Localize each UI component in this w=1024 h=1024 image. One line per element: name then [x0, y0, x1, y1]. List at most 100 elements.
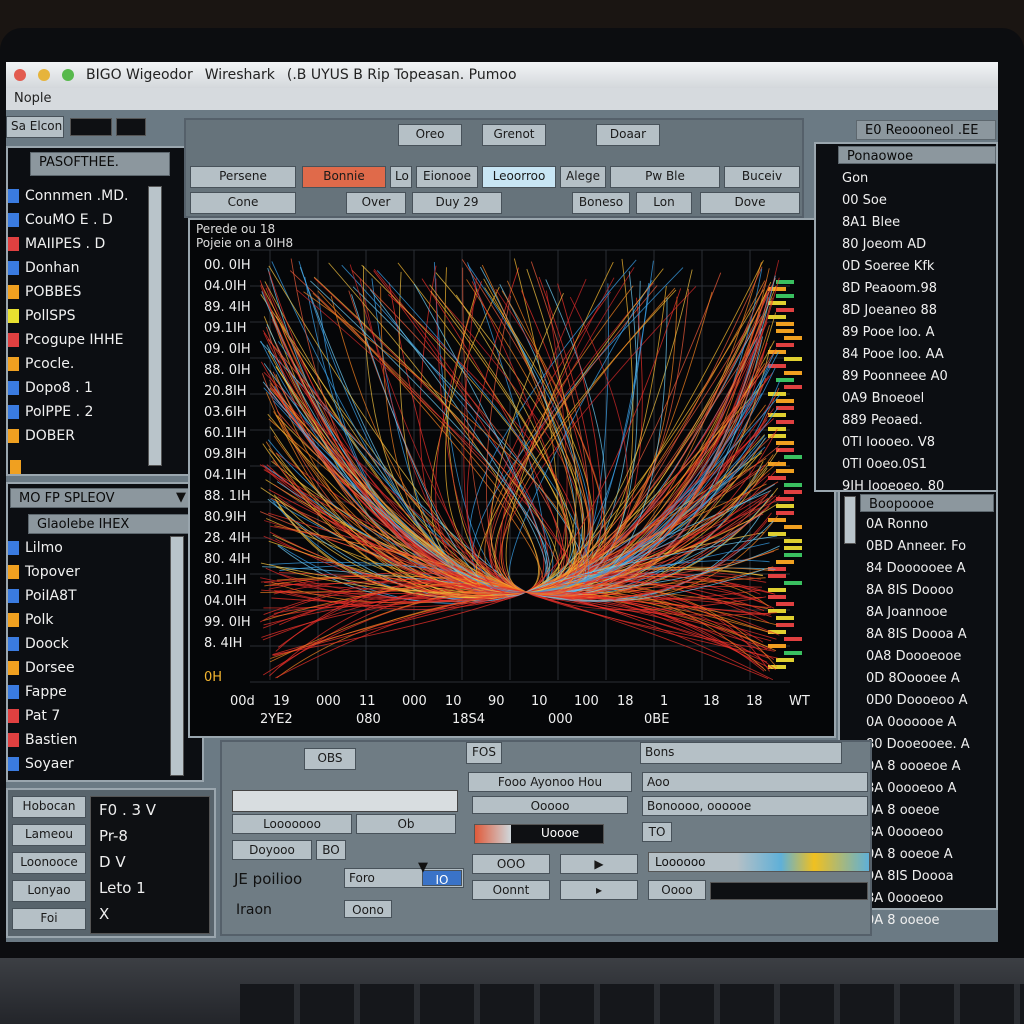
line1-button[interactable]: Looooooo — [232, 814, 352, 834]
list-item[interactable]: 8A 0oooeoo — [866, 822, 970, 844]
dark-field[interactable] — [710, 882, 868, 900]
list-item[interactable]: 8A 8IS Doooo — [866, 580, 970, 602]
list-item[interactable]: 0A Ronno — [866, 514, 970, 536]
field-r5[interactable]: Oooo — [648, 880, 706, 900]
menu-item[interactable]: Nople — [14, 91, 52, 106]
list-item[interactable]: Bastien — [8, 728, 168, 752]
toolbar-button[interactable]: Duy 29 — [412, 192, 502, 214]
text-field-main[interactable] — [232, 790, 458, 812]
list-item[interactable]: Dorsee — [8, 656, 168, 680]
toolbar-button[interactable]: Over — [346, 192, 406, 214]
obs-button[interactable]: OBS — [304, 748, 356, 770]
field-r2[interactable]: Bonoooo, oooooe — [642, 796, 868, 816]
minimize-window-button[interactable] — [38, 69, 50, 81]
bottom-left-button[interactable]: Lameou — [12, 824, 86, 846]
list-item[interactable]: 0D0 Doooeoo A — [866, 690, 970, 712]
list-item[interactable]: 0TI Ioooeo. V8 — [842, 432, 957, 454]
field-f1[interactable]: Fooo Ayonoo Hou — [468, 772, 632, 792]
progress-field[interactable]: Uoooe — [474, 824, 604, 844]
toolbar-button[interactable]: Doaar — [596, 124, 660, 146]
bottom-left-button[interactable]: Loonooce — [12, 852, 86, 874]
list-item[interactable]: 84 Pooe loo. AA — [842, 344, 957, 366]
list-item[interactable]: CouMO E . D — [8, 208, 148, 232]
toolbar-button[interactable]: Buceiv — [724, 166, 800, 188]
list-item[interactable]: 8D Peaoom.98 — [842, 278, 957, 300]
field-r3[interactable]: TO — [642, 822, 672, 842]
list-item[interactable]: 89 Pooe loo. A — [842, 322, 957, 344]
list-item[interactable]: Pcogupe IHHE — [8, 328, 148, 352]
bons-button[interactable]: Bons — [640, 742, 842, 764]
list-item[interactable]: 84 Doooooee A — [866, 558, 970, 580]
list-item[interactable]: 0A 8 ooeoe A — [866, 844, 970, 866]
list-item[interactable]: Pat 7 — [8, 704, 168, 728]
list-item[interactable]: 8A 8IS Doooa A — [866, 624, 970, 646]
filter-list-scrollbar[interactable] — [170, 536, 184, 776]
list-item[interactable]: 80 Joeom AD — [842, 234, 957, 256]
toolbar-button[interactable]: Boneso — [572, 192, 630, 214]
line2b-button[interactable]: BO — [316, 840, 346, 860]
fos-button[interactable]: FOS — [466, 742, 502, 764]
toolbar-button[interactable]: Oreo — [398, 124, 462, 146]
list-item[interactable]: 9A 8IS Doooa — [866, 866, 970, 888]
top-left-field-2[interactable] — [116, 118, 146, 136]
bottom-left-button[interactable]: Foi — [12, 908, 86, 930]
list-item[interactable]: 8A Joannooe — [866, 602, 970, 624]
list-item[interactable]: Fappe — [8, 680, 168, 704]
list-item[interactable]: Donhan — [8, 256, 148, 280]
toolbar-button[interactable]: Alege — [560, 166, 606, 188]
list-item[interactable]: 8A1 Blee — [842, 212, 957, 234]
toolbar-button[interactable]: Persene — [190, 166, 296, 188]
io-button[interactable]: IO — [422, 870, 462, 886]
list-item[interactable]: 0A 8 ooeoe — [866, 800, 970, 822]
list-item[interactable]: DOBER — [8, 424, 148, 448]
top-left-field-1[interactable] — [70, 118, 112, 136]
toolbar-button[interactable]: Bonnie — [302, 166, 386, 188]
play-button[interactable]: ▶ — [560, 854, 638, 874]
list-item[interactable]: 889 Peoaed. — [842, 410, 957, 432]
list-item[interactable]: 0A 8 oooeoe A — [866, 756, 970, 778]
line1b-button[interactable]: Ob — [356, 814, 456, 834]
toolbar-button[interactable]: Lon — [636, 192, 692, 214]
list-item[interactable]: 00 Soe — [842, 190, 957, 212]
zoom-window-button[interactable] — [62, 69, 74, 81]
list-item[interactable]: 0TI 0oeo.0S1 — [842, 454, 957, 476]
list-item[interactable]: 8A 0oooeoo A — [866, 778, 970, 800]
chevron-down-icon[interactable]: ▼ — [418, 860, 428, 875]
list-item[interactable]: 8A 0oooeoo — [866, 888, 970, 910]
list-item[interactable]: Lilmo — [8, 536, 168, 560]
list-item[interactable]: 0A8 Doooeooe — [866, 646, 970, 668]
list-item[interactable]: 89 Poonneee A0 — [842, 366, 957, 388]
oono-button[interactable]: Oono — [344, 900, 392, 918]
list-item[interactable]: 0A 8 ooeoe — [866, 910, 970, 932]
list-item[interactable]: 0A 0oooooe A — [866, 712, 970, 734]
forward-button[interactable]: ▸ — [560, 880, 638, 900]
line2-button[interactable]: Doyooo — [232, 840, 312, 860]
chevron-down-icon[interactable]: ▼ — [176, 490, 186, 505]
list-item[interactable]: 8D Joeaneo 88 — [842, 300, 957, 322]
toolbar-button[interactable]: Dove — [700, 192, 800, 214]
field-r1[interactable]: Aoo — [642, 772, 868, 792]
field-f5[interactable]: Oonnt — [472, 880, 550, 900]
list-item[interactable]: Topover — [8, 560, 168, 584]
toolbar-button[interactable]: Leoorroo — [482, 166, 556, 188]
list-item[interactable]: Pcocle. — [8, 352, 148, 376]
list-item[interactable]: 0A9 Bnoeoel — [842, 388, 957, 410]
protocol-list-scrollbar[interactable] — [148, 186, 162, 466]
toolbar-button[interactable]: Grenot — [482, 124, 546, 146]
toolbar-button[interactable]: Pw Ble — [610, 166, 720, 188]
list-item[interactable]: POBBES — [8, 280, 148, 304]
list-item[interactable]: Doock — [8, 632, 168, 656]
bytes-scrollbar[interactable] — [844, 496, 856, 544]
field-f2[interactable]: Ooooo — [472, 796, 628, 814]
list-item[interactable]: Gon — [842, 168, 957, 190]
list-item[interactable]: Polk — [8, 608, 168, 632]
list-item[interactable]: Soyaer — [8, 752, 168, 776]
list-item[interactable]: PolPPE . 2 — [8, 400, 148, 424]
list-item[interactable]: 0D 8Ooooee A — [866, 668, 970, 690]
list-item[interactable]: 0BD Anneer. Fo — [866, 536, 970, 558]
list-item[interactable]: 0D Soeree Kfk — [842, 256, 957, 278]
list-item[interactable]: 80 Dooeooee. A — [866, 734, 970, 756]
field-f4[interactable]: OOO — [472, 854, 550, 874]
list-item[interactable]: Dopo8 . 1 — [8, 376, 148, 400]
list-item[interactable]: PoiIA8T — [8, 584, 168, 608]
